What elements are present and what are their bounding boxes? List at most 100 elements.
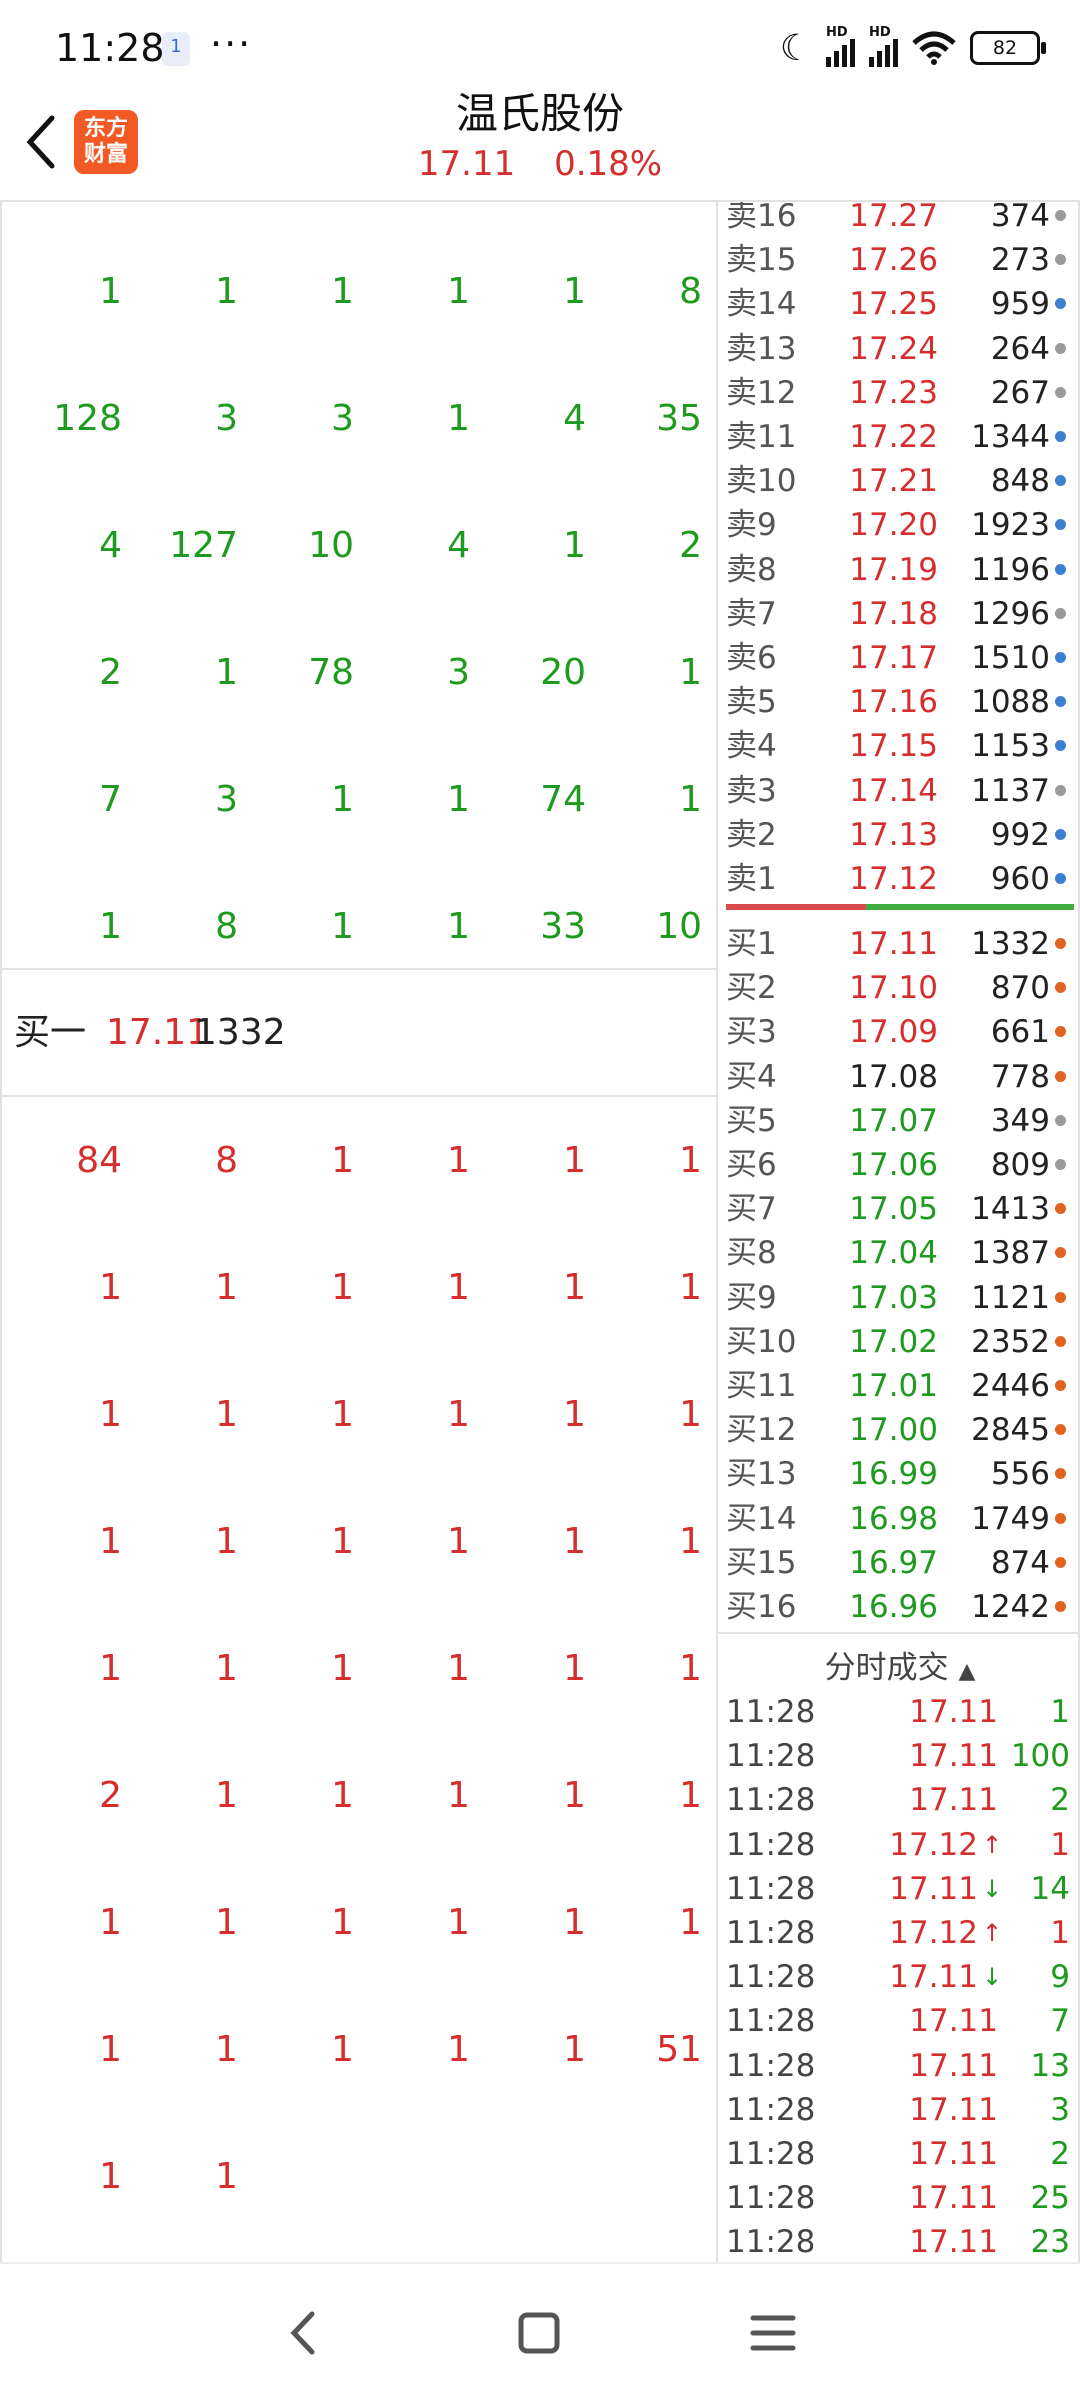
queue-cell: 1	[331, 1140, 354, 1181]
nav-menu-button[interactable]	[738, 2298, 808, 2368]
sell-level-row[interactable]: 卖5 17.16 1088	[718, 680, 1078, 724]
level-dot-icon	[1055, 607, 1066, 619]
tick-row: 11:28 17.11 23	[718, 2220, 1078, 2262]
level-label: 卖5	[726, 684, 777, 721]
sell-level-row[interactable]: 卖7 17.18 1296	[718, 592, 1078, 636]
level-price: 17.15	[849, 728, 938, 765]
level-volume: 874	[990, 1544, 1050, 1581]
level-label: 买12	[726, 1412, 797, 1449]
tick-volume: 23	[1030, 2224, 1070, 2261]
ticks-title[interactable]: 分时成交 ▲	[718, 1642, 1078, 1687]
queue-cell: 1	[563, 525, 586, 566]
buy-level-row[interactable]: 买10 17.02 2352	[718, 1320, 1078, 1364]
order-queue-panel[interactable]: 1 1 1 1 1 8 128 3 3 1 4 35 4 127 10 4 1 2 2 1 78 3 20 1 7 3 1 1 74 1 1…	[0, 202, 716, 2262]
queue-cell: 35	[656, 398, 702, 439]
queue-cell: 74	[540, 779, 586, 820]
sell-level-row[interactable]: 卖6 17.17 1510	[718, 636, 1078, 680]
queue-cell: 7	[99, 779, 122, 820]
tick-price: 17.11	[909, 1782, 998, 1819]
sell-level-row[interactable]: 卖13 17.24 264	[718, 327, 1078, 371]
level-label: 买14	[726, 1500, 797, 1537]
queue-cell: 1	[679, 779, 702, 820]
level-price: 17.24	[849, 330, 938, 367]
sell-level-row[interactable]: 卖3 17.14 1137	[718, 769, 1078, 813]
level-volume: 2446	[971, 1368, 1050, 1404]
buy-level-row[interactable]: 买16 16.96 1242	[718, 1585, 1078, 1629]
nav-back-button[interactable]	[270, 2298, 340, 2368]
sell-level-row[interactable]: 卖15 17.26 273	[718, 238, 1078, 282]
sell-level-row[interactable]: 卖2 17.13 992	[718, 813, 1078, 857]
stock-price-line: 17.11 0.18%	[0, 144, 1080, 184]
buy-level-row[interactable]: 买6 17.06 809	[718, 1143, 1078, 1187]
buy-level-row[interactable]: 买11 17.01 2446	[718, 1364, 1078, 1408]
sell-level-row[interactable]: 卖10 17.21 848	[718, 459, 1078, 503]
buy-level-row[interactable]: 买15 16.97 874	[718, 1541, 1078, 1585]
queue-cell: 1	[99, 2156, 122, 2197]
sell-level-row[interactable]: 卖9 17.20 1923	[718, 503, 1078, 547]
tick-time: 11:28	[726, 2136, 816, 2172]
queue-cell: 1	[215, 652, 238, 693]
buy-level-row[interactable]: 买2 17.10 870	[718, 966, 1078, 1010]
tick-row: 11:28 17.11 25	[718, 2176, 1078, 2220]
tick-price: 17.11	[909, 2047, 998, 2084]
buy-level-row[interactable]: 买12 17.00 2845	[718, 1408, 1078, 1452]
buy-level-row[interactable]: 买4 17.08 778	[718, 1055, 1078, 1099]
level-dot-icon	[1055, 254, 1066, 266]
queue-cell: 1	[215, 271, 238, 312]
do-not-disturb-icon: ☾	[779, 27, 812, 69]
tick-price: 17.11	[909, 2136, 998, 2172]
level-price: 16.97	[849, 1544, 938, 1581]
level-volume: 1296	[971, 595, 1050, 632]
buy-level-row[interactable]: 买9 17.03 1121	[718, 1276, 1078, 1320]
buy-level-row[interactable]: 买7 17.05 1413	[718, 1187, 1078, 1231]
sell-level-row[interactable]: 卖1 17.12 960	[718, 857, 1078, 901]
buy-level-row[interactable]: 买8 17.04 1387	[718, 1231, 1078, 1275]
tick-row: 11:28 17.11 3	[718, 2088, 1078, 2132]
sell-level-row[interactable]: 卖11 17.22 1344	[718, 415, 1078, 459]
queue-cell: 1	[331, 1902, 354, 1943]
buy-level-row[interactable]: 买3 17.09 661	[718, 1010, 1078, 1054]
level-price: 17.02	[849, 1323, 938, 1360]
queue-cell: 1	[331, 779, 354, 820]
queue-cell: 1	[679, 1394, 702, 1435]
buy-level-row[interactable]: 买13 16.99 556	[718, 1452, 1078, 1496]
level-volume: 1332	[971, 926, 1050, 962]
level-volume: 374	[990, 202, 1050, 234]
queue-cell: 84	[76, 1140, 122, 1181]
level-label: 卖7	[726, 595, 777, 632]
level-price: 17.17	[849, 640, 938, 676]
level-price: 17.23	[849, 374, 938, 411]
buy-level-row[interactable]: 买1 17.11 1332	[718, 922, 1078, 966]
level-volume: 2352	[971, 1323, 1050, 1360]
level-label: 卖11	[726, 419, 797, 455]
tick-time: 11:28	[726, 1826, 816, 1863]
level-dot-icon	[1055, 1556, 1066, 1568]
sell-level-row[interactable]: 卖8 17.19 1196	[718, 548, 1078, 592]
sell-level-row[interactable]: 卖12 17.23 267	[718, 371, 1078, 415]
sell-level-row[interactable]: 卖4 17.15 1153	[718, 724, 1078, 768]
tick-time: 11:28	[726, 1959, 816, 1996]
queue-cell: 1	[563, 271, 586, 312]
level-volume: 1088	[971, 684, 1050, 721]
sell-level-row[interactable]: 卖14 17.25 959	[718, 282, 1078, 326]
queue-row: 4 127 10 4 1 2	[2, 482, 716, 609]
queue-cell: 1	[331, 1394, 354, 1435]
nav-home-button[interactable]	[504, 2298, 574, 2368]
tick-row: 11:28 17.11 ↓ 9	[718, 1955, 1078, 1999]
sell-level-row[interactable]: 卖16 17.27 374	[718, 202, 1078, 238]
queue-cell: 4	[447, 525, 470, 566]
level-volume: 273	[990, 242, 1050, 279]
buy-level-row[interactable]: 买14 16.98 1749	[718, 1497, 1078, 1541]
order-book-panel[interactable]: 卖16 17.27 374 卖15 17.26 273 卖14 17.25 959 卖13 17.2…	[716, 202, 1080, 1632]
battery-icon: 82	[970, 31, 1046, 65]
buy-level-row[interactable]: 买5 17.07 349	[718, 1099, 1078, 1143]
queue-row: 1 1 1 1 1 1	[2, 1351, 716, 1478]
tick-price: 17.11	[909, 1738, 998, 1775]
tick-volume: 100	[1010, 1738, 1070, 1775]
time-and-sales-panel[interactable]: 分时成交 ▲ 11:28 17.11 1 11:28 17.11 100 11:28 17.1…	[716, 1632, 1080, 2262]
level-dot-icon	[1055, 1601, 1066, 1612]
level-volume: 959	[990, 286, 1050, 323]
level-label: 卖9	[726, 507, 777, 544]
stock-change-pct: 0.18%	[554, 144, 663, 184]
tick-time: 11:28	[726, 1738, 816, 1775]
